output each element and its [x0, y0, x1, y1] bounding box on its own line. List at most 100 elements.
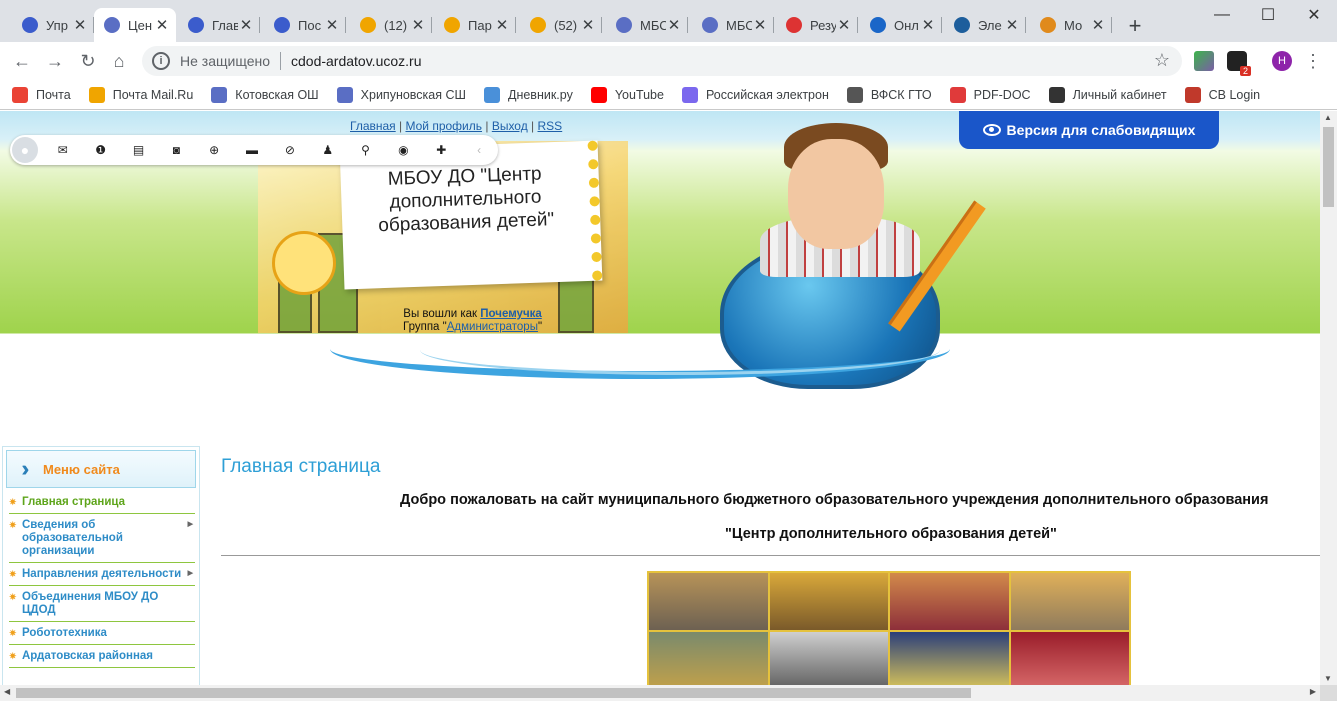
group-link[interactable]: Администраторы — [447, 321, 538, 333]
double-chevron-icon: ›› — [7, 456, 37, 482]
browser-tab[interactable]: Онл ✕ — [860, 8, 942, 42]
ucoz-icon — [188, 17, 204, 33]
bookmark-item[interactable]: YouTube — [590, 86, 664, 103]
bookmark-item[interactable]: CB Login — [1184, 86, 1260, 103]
username-link[interactable]: Почемучка — [480, 308, 542, 320]
close-tab-icon[interactable]: ✕ — [1004, 16, 1020, 34]
close-tab-icon[interactable]: ✕ — [920, 16, 936, 34]
block-icon[interactable]: ⊘ — [271, 135, 309, 165]
compass-icon — [616, 17, 632, 33]
nav-logout-link[interactable]: Выход — [492, 119, 528, 133]
puzzle-icon[interactable]: ✚ — [422, 135, 460, 165]
browser-tab[interactable]: Резу ✕ — [776, 8, 858, 42]
menu-item[interactable]: Направления деятельности ▶ — [9, 563, 195, 586]
menu-item[interactable]: Сведения об образовательной организации ▶ — [9, 514, 195, 563]
extension-icon[interactable] — [1194, 51, 1214, 71]
scroll-thumb[interactable] — [16, 688, 971, 698]
bookmark-item[interactable]: Почта Mail.Ru — [88, 86, 193, 103]
bookmark-item[interactable]: Хрипуновская СШ — [336, 86, 466, 103]
save-icon[interactable]: ▤ — [120, 135, 158, 165]
browser-tab[interactable]: МБС ✕ — [606, 8, 688, 42]
menu-item[interactable]: Робототехника — [9, 622, 195, 645]
back-icon[interactable]: ← — [9, 48, 35, 74]
user-avatar-icon[interactable]: ● — [12, 137, 38, 163]
menu-item[interactable]: Главная страница — [9, 491, 195, 514]
tab-label: Пос — [298, 17, 322, 33]
low-vision-button[interactable]: Версия для слабовидящих — [959, 111, 1219, 149]
close-tab-icon[interactable]: ✕ — [836, 16, 852, 34]
nav-profile-link[interactable]: Мой профиль — [405, 119, 482, 133]
close-tab-icon[interactable]: ✕ — [666, 16, 682, 34]
menu-item[interactable]: Объединения МБОУ ДО ЦДОД — [9, 586, 195, 622]
close-tab-icon[interactable]: ✕ — [238, 16, 254, 34]
browser-tab[interactable]: Пар ✕ — [434, 8, 516, 42]
extension-badge-icon[interactable]: 2 — [1227, 51, 1251, 76]
scroll-right-icon[interactable]: ▶ — [1310, 687, 1316, 696]
horizontal-scrollbar[interactable]: ◀ ▶ — [0, 685, 1320, 701]
close-tab-icon[interactable]: ✕ — [154, 16, 170, 34]
browser-tab[interactable]: Глав ✕ — [178, 8, 260, 42]
eye-icon[interactable]: ◉ — [384, 135, 422, 165]
reload-icon[interactable]: ↻ — [75, 48, 101, 74]
close-tab-icon[interactable]: ✕ — [752, 16, 768, 34]
maximize-button[interactable]: ☐ — [1245, 0, 1291, 30]
browser-tab[interactable]: Мо ✕ — [1030, 8, 1112, 42]
divider — [221, 555, 1320, 556]
photo-collage[interactable] — [647, 571, 1131, 685]
scroll-left-icon[interactable]: ◀ — [4, 687, 10, 696]
menu-item[interactable]: Ардатовская районная — [9, 645, 195, 668]
url-text[interactable]: cdod-ardatov.ucoz.ru — [291, 53, 421, 69]
forward-icon[interactable]: → — [42, 48, 68, 74]
close-tab-icon[interactable]: ✕ — [410, 16, 426, 34]
vertical-scrollbar[interactable]: ▲ ▼ — [1320, 111, 1337, 685]
scroll-thumb[interactable] — [1323, 127, 1334, 207]
tab-label: Глав — [212, 17, 238, 33]
nav-rss-link[interactable]: RSS — [538, 119, 563, 133]
info-icon[interactable]: i — [152, 52, 170, 70]
tab-strip: + — ☐ ✕ Упр ✕ Цен ✕ Глав ✕ Пос ✕ (12) ✕ Пар ✕ (52) ✕ М… — [0, 0, 1337, 42]
address-bar[interactable]: i Не защищено cdod-ardatov.ucoz.ru ☆ — [142, 46, 1182, 76]
folder-icon[interactable]: ▬ — [233, 135, 271, 165]
add-icon[interactable]: ⊕ — [195, 135, 233, 165]
search-icon[interactable]: ⚲ — [347, 135, 385, 165]
close-tab-icon[interactable]: ✕ — [72, 16, 88, 34]
close-tab-icon[interactable]: ✕ — [1090, 16, 1106, 34]
bookmark-star-icon[interactable]: ☆ — [1154, 50, 1170, 71]
chart-icon — [786, 17, 802, 33]
bookmark-item[interactable]: PDF-DOC — [949, 86, 1031, 103]
browser-tab[interactable]: (12) ✕ — [350, 8, 432, 42]
chat-icon[interactable]: ◙ — [157, 135, 195, 165]
browser-tab[interactable]: Упр ✕ — [12, 8, 94, 42]
bookmark-item[interactable]: Дневник.ру — [483, 86, 573, 103]
bookmark-item[interactable]: Российская электрон — [681, 86, 829, 103]
menu-kebab-icon[interactable]: ⋮ — [1300, 48, 1326, 74]
browser-tab[interactable]: Цен ✕ — [94, 8, 176, 42]
bookmark-favicon-icon — [211, 86, 228, 103]
close-window-button[interactable]: ✕ — [1291, 0, 1337, 30]
bookmark-item[interactable]: Почта — [12, 86, 71, 103]
browser-tab[interactable]: МБС ✕ — [692, 8, 774, 42]
nav-home-link[interactable]: Главная — [350, 119, 396, 133]
tab-label: Мо — [1064, 17, 1083, 33]
info-circle-icon[interactable]: ❶ — [82, 135, 120, 165]
browser-tab[interactable]: Эле ✕ — [944, 8, 1026, 42]
collapse-icon[interactable]: ‹ — [460, 135, 498, 165]
bookmark-item[interactable]: ВФСК ГТО — [846, 86, 932, 103]
profile-avatar[interactable]: Н — [1272, 51, 1292, 71]
close-tab-icon[interactable]: ✕ — [580, 16, 596, 34]
bookmark-item[interactable]: Котовская ОШ — [211, 86, 319, 103]
page-title: Главная страница — [221, 456, 381, 477]
browser-tab[interactable]: Пос ✕ — [264, 8, 346, 42]
bell-icon[interactable]: ♟ — [309, 135, 347, 165]
home-icon[interactable]: ⌂ — [106, 48, 132, 74]
close-tab-icon[interactable]: ✕ — [324, 16, 340, 34]
bookmark-label: ВФСК ГТО — [870, 87, 932, 102]
browser-tab[interactable]: (52) ✕ — [520, 8, 602, 42]
mail-icon[interactable]: ✉ — [44, 135, 82, 165]
scroll-up-icon[interactable]: ▲ — [1324, 113, 1332, 122]
close-tab-icon[interactable]: ✕ — [494, 16, 510, 34]
scroll-down-icon[interactable]: ▼ — [1324, 674, 1332, 683]
new-tab-button[interactable]: + — [1124, 13, 1146, 39]
bookmark-item[interactable]: Личный кабинет — [1048, 86, 1167, 103]
minimize-button[interactable]: — — [1199, 0, 1245, 30]
